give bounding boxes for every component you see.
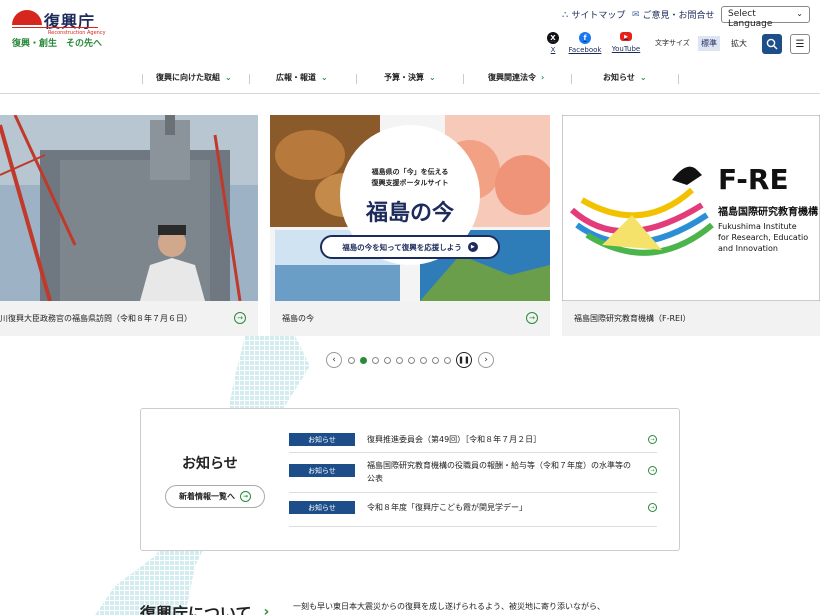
- play-icon: ▶: [467, 242, 478, 252]
- news-panel: お知らせ 新着情報一覧へ → お知らせ 復興推進委員会（第49回）［令和８年７月…: [140, 408, 680, 551]
- carousel-dot[interactable]: [348, 357, 355, 364]
- font-large-button[interactable]: 拡大: [728, 36, 750, 51]
- facebook-link[interactable]: f Facebook: [565, 32, 605, 54]
- slide-caption: 福島国際研究教育機構（F-REI）: [574, 314, 691, 323]
- news-list-button[interactable]: 新着情報一覧へ →: [165, 485, 265, 508]
- frei-jp-name: 福島国際研究教育機構: [718, 207, 818, 218]
- font-standard-button[interactable]: 標準: [698, 36, 720, 51]
- carousel-dot[interactable]: [360, 357, 367, 364]
- nav-divider: [249, 74, 250, 84]
- carousel-dot[interactable]: [432, 357, 439, 364]
- carousel-pause-button[interactable]: ❚❚: [456, 352, 472, 368]
- carousel-dot[interactable]: [396, 357, 403, 364]
- facebook-icon: f: [579, 32, 591, 44]
- nav-item-budget[interactable]: 予算・決算 ⌄: [384, 72, 436, 83]
- slide-caption: 川復興大臣政務官の福島県訪問（令和８年７月６日）: [0, 314, 192, 323]
- news-badge: お知らせ: [289, 464, 355, 477]
- frei-logo-text: F-RE: [718, 163, 789, 196]
- banner-title: 福島の今: [365, 201, 454, 226]
- arrow-right-icon: →: [240, 491, 251, 502]
- carousel-dot[interactable]: [384, 357, 391, 364]
- news-item[interactable]: お知らせ 福島国際研究教育機構の役職員の報酬・給与等（令和７年度）の水準等の公表…: [289, 457, 657, 493]
- nav-item-pr[interactable]: 広報・報道 ⌄: [276, 72, 328, 83]
- nav-item-news[interactable]: お知らせ ⌄: [603, 72, 647, 83]
- nav-item-initiatives[interactable]: 復興に向けた取組 ⌄: [156, 72, 232, 83]
- site-logo[interactable]: 復興庁 Reconstruction Agency 復興・創生 その先へ: [12, 8, 112, 50]
- main-nav: 復興に向けた取組 ⌄ 広報・報道 ⌄ 予算・決算 ⌄ 復興関連法令 › お知らせ…: [0, 62, 820, 94]
- nav-item-laws[interactable]: 復興関連法令 ›: [488, 72, 544, 83]
- news-badge: お知らせ: [289, 501, 355, 514]
- mail-icon: ✉: [632, 9, 640, 20]
- carousel-dot[interactable]: [408, 357, 415, 364]
- carousel-dot[interactable]: [420, 357, 427, 364]
- arrow-right-icon: →: [526, 312, 538, 324]
- logo-sun-icon: [12, 10, 42, 25]
- logo-tagline: 復興・創生 その先へ: [12, 39, 103, 49]
- chevron-down-icon: ⌄: [429, 73, 436, 82]
- banner-subtitle: 福島県の「今」を伝える 復興支援ポータルサイト: [371, 168, 449, 187]
- nav-divider: [571, 74, 572, 84]
- pause-icon: ❚❚: [458, 356, 470, 364]
- news-item[interactable]: お知らせ 復興推進委員会（第49回）［令和８年７月２日］ →: [289, 431, 657, 453]
- chevron-down-icon: ⌄: [321, 73, 328, 82]
- slide-caption: 福島の今: [282, 314, 314, 323]
- nav-divider: [142, 74, 143, 84]
- youtube-link[interactable]: ▶ YouTube: [606, 32, 646, 53]
- font-size-label: 文字サイズ: [655, 39, 690, 47]
- x-icon: X: [547, 32, 559, 44]
- carousel-slide[interactable]: F-RE 福島国際研究教育機構 Fukushima Institute for …: [562, 115, 820, 336]
- chevron-right-icon: ›: [541, 73, 545, 82]
- menu-button[interactable]: ☰: [790, 34, 810, 54]
- nav-divider: [356, 74, 357, 84]
- arrow-right-icon: →: [648, 503, 657, 512]
- about-link[interactable]: 復興庁について ›: [140, 600, 269, 615]
- chevron-down-icon: ⌄: [796, 9, 803, 18]
- arrow-right-icon: →: [648, 435, 657, 444]
- carousel-slide[interactable]: 川復興大臣政務官の福島県訪問（令和８年７月６日） →: [0, 115, 258, 336]
- slide-photo-visit: [0, 115, 258, 301]
- chevron-right-icon: ›: [263, 604, 270, 615]
- frei-en-name: Fukushima Institute for Research, Educat…: [718, 222, 809, 253]
- contact-link[interactable]: ✉ ご意見・お問合せ: [632, 8, 715, 22]
- sitemap-icon: ⛬: [562, 9, 569, 20]
- nav-divider: [678, 74, 679, 84]
- nav-divider: [463, 74, 464, 84]
- arrow-right-icon: →: [648, 466, 657, 475]
- arrow-right-icon: →: [234, 312, 246, 324]
- about-text: 一刻も早い東日本大震災からの復興を成し遂げられるよう、被災地に寄り添いながら、: [293, 602, 605, 611]
- logo-divider: [12, 27, 98, 28]
- search-button[interactable]: [762, 34, 782, 54]
- carousel-dot[interactable]: [444, 357, 451, 364]
- chevron-left-icon: ‹: [332, 355, 336, 365]
- hamburger-icon: ☰: [795, 38, 805, 50]
- news-item-text: 福島国際研究教育機構の役職員の報酬・給与等（令和７年度）の水準等の公表: [367, 461, 631, 483]
- carousel-slide[interactable]: 福島県の「今」を伝える 復興支援ポータルサイト 福島の今 福島の今を知って復興を…: [270, 115, 550, 336]
- news-item-text: 令和８年度「復興庁こども霞が関見学デー」: [367, 503, 527, 512]
- youtube-icon: ▶: [620, 32, 632, 41]
- search-icon: [766, 38, 778, 50]
- banner-cta: 福島の今を知って復興を応援しよう ▶: [320, 235, 500, 259]
- news-badge: お知らせ: [289, 433, 355, 446]
- chevron-down-icon: ⌄: [639, 73, 647, 82]
- news-item[interactable]: お知らせ 令和８年度「復興庁こども霞が関見学デー」 →: [289, 495, 657, 527]
- language-select[interactable]: Select Language ⌄: [721, 6, 810, 29]
- chevron-right-icon: ›: [484, 355, 488, 365]
- sitemap-link[interactable]: ⛬ サイトマップ: [562, 8, 625, 22]
- carousel-prev-button[interactable]: ‹: [326, 352, 342, 368]
- chevron-down-icon: ⌄: [225, 73, 232, 82]
- logo-title: 復興庁: [44, 12, 96, 31]
- carousel-dot[interactable]: [372, 357, 379, 364]
- carousel-next-button[interactable]: ›: [478, 352, 494, 368]
- news-item-text: 復興推進委員会（第49回）［令和８年７月２日］: [367, 435, 542, 444]
- news-title: お知らせ: [182, 456, 238, 472]
